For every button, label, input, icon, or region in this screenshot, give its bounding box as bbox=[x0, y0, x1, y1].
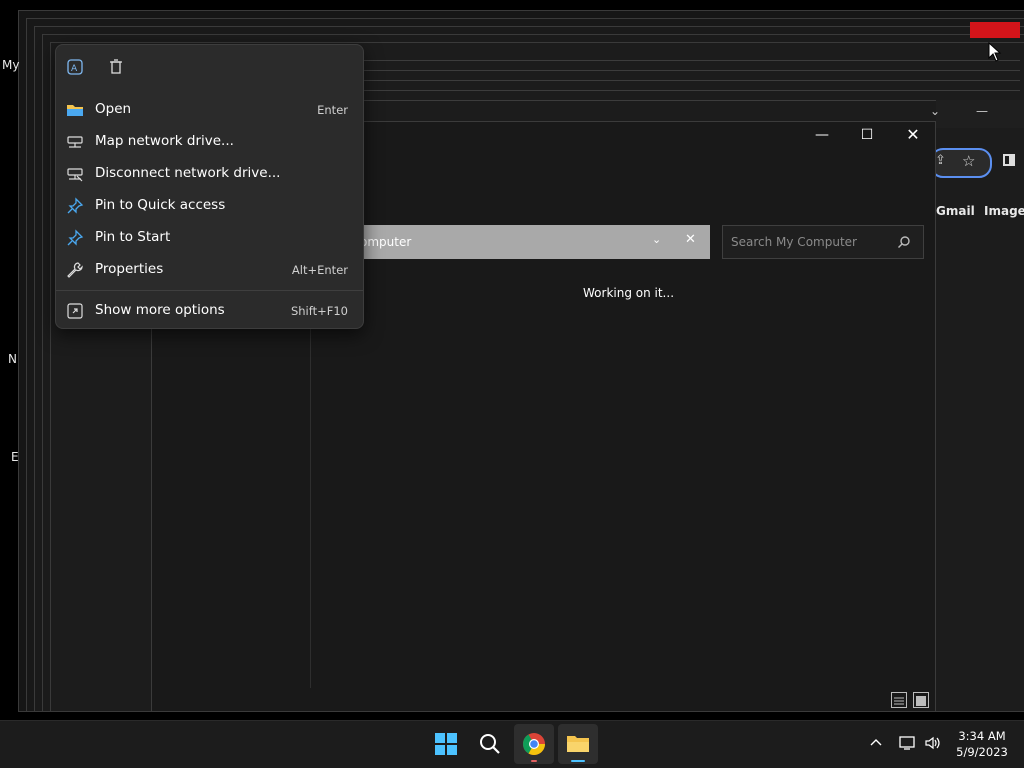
pin-icon bbox=[66, 229, 84, 247]
menu-item-label: Pin to Quick access bbox=[95, 197, 226, 213]
close-button[interactable]: ✕ bbox=[891, 124, 935, 146]
address-text: omputer bbox=[360, 235, 412, 249]
close-icon[interactable]: ✕ bbox=[685, 232, 696, 247]
start-icon bbox=[435, 733, 457, 755]
wrench-icon bbox=[66, 261, 84, 279]
minimize-button[interactable]: — bbox=[800, 124, 844, 146]
taskbar-search-button[interactable] bbox=[470, 724, 510, 764]
taskbar-chrome-button[interactable] bbox=[514, 724, 554, 764]
network-icon[interactable] bbox=[899, 735, 917, 755]
images-link[interactable]: Images bbox=[984, 204, 1024, 218]
browser-titlebar: ⌄ — bbox=[930, 100, 1024, 128]
menu-separator bbox=[56, 290, 363, 291]
clock-date: 5/9/2023 bbox=[956, 745, 1008, 759]
details-view-button[interactable] bbox=[891, 692, 907, 708]
trash-icon[interactable] bbox=[107, 58, 125, 76]
search-icon bbox=[480, 734, 500, 754]
menu-item-label: Open bbox=[95, 101, 132, 117]
more-options-icon bbox=[66, 302, 84, 320]
chevron-down-icon[interactable]: ⌄ bbox=[930, 104, 940, 118]
menu-item-label: Properties bbox=[95, 261, 164, 277]
menu-item-shortcut: Enter bbox=[317, 103, 348, 117]
menu-item-disconnect-network-drive[interactable]: Disconnect network drive... bbox=[58, 159, 360, 189]
share-icon[interactable]: ⇪ bbox=[935, 153, 946, 168]
pin-icon bbox=[66, 197, 84, 215]
folder-icon bbox=[66, 101, 84, 119]
menu-item-shortcut: Alt+Enter bbox=[291, 263, 348, 277]
large-icons-view-button[interactable] bbox=[913, 692, 929, 708]
file-explorer-icon bbox=[567, 736, 589, 762]
browser-omnibox[interactable]: ⇪ ☆ bbox=[930, 148, 992, 178]
menu-item-map-network-drive[interactable]: Map network drive... bbox=[58, 127, 360, 157]
status-text: Working on it... bbox=[583, 286, 675, 300]
clock-time: 3:34 AM bbox=[958, 729, 1006, 743]
menu-item-show-more-options[interactable]: Show more options Shift+F10 bbox=[58, 296, 360, 326]
menu-item-label: Pin to Start bbox=[95, 229, 171, 245]
menu-item-label: Map network drive... bbox=[95, 133, 234, 149]
desktop-icon-label[interactable]: N bbox=[8, 352, 17, 366]
svg-text:A: A bbox=[71, 64, 78, 74]
chrome-icon bbox=[523, 733, 545, 762]
menu-item-label: Show more options bbox=[95, 302, 225, 318]
desktop-icon-label[interactable]: E bbox=[11, 450, 19, 464]
disconnect-drive-icon bbox=[66, 165, 84, 183]
start-button[interactable] bbox=[426, 724, 466, 764]
menu-item-shortcut: Shift+F10 bbox=[290, 304, 348, 318]
menu-item-pin-quick-access[interactable]: Pin to Quick access bbox=[58, 191, 360, 221]
close-button-artifact bbox=[970, 22, 1020, 38]
menu-item-pin-start[interactable]: Pin to Start bbox=[58, 223, 360, 253]
gmail-link[interactable]: Gmail bbox=[936, 204, 975, 218]
menu-item-open[interactable]: Open Enter bbox=[58, 95, 360, 125]
taskbar-file-explorer-button[interactable] bbox=[558, 724, 598, 764]
minimize-icon[interactable]: — bbox=[976, 104, 988, 118]
taskbar-clock[interactable]: 3:34 AM 5/9/2023 bbox=[952, 728, 1012, 760]
maximize-button[interactable]: ☐ bbox=[845, 124, 889, 146]
network-drive-icon bbox=[66, 133, 84, 151]
search-placeholder: Search My Computer bbox=[731, 235, 857, 249]
chevron-down-icon[interactable]: ⌄ bbox=[652, 233, 661, 246]
show-hidden-icons-chevron-icon[interactable] bbox=[869, 735, 883, 754]
star-icon[interactable]: ☆ bbox=[962, 152, 975, 170]
mouse-cursor-icon bbox=[988, 41, 1002, 66]
desktop-icon-label[interactable]: My bbox=[2, 58, 19, 72]
search-icon[interactable] bbox=[897, 234, 911, 253]
menu-item-properties[interactable]: Properties Alt+Enter bbox=[58, 255, 360, 285]
volume-icon[interactable] bbox=[924, 735, 942, 755]
ai-rewrite-icon[interactable]: A bbox=[66, 58, 84, 76]
menu-item-label: Disconnect network drive... bbox=[95, 165, 281, 181]
side-panel-icon[interactable] bbox=[1003, 154, 1015, 166]
